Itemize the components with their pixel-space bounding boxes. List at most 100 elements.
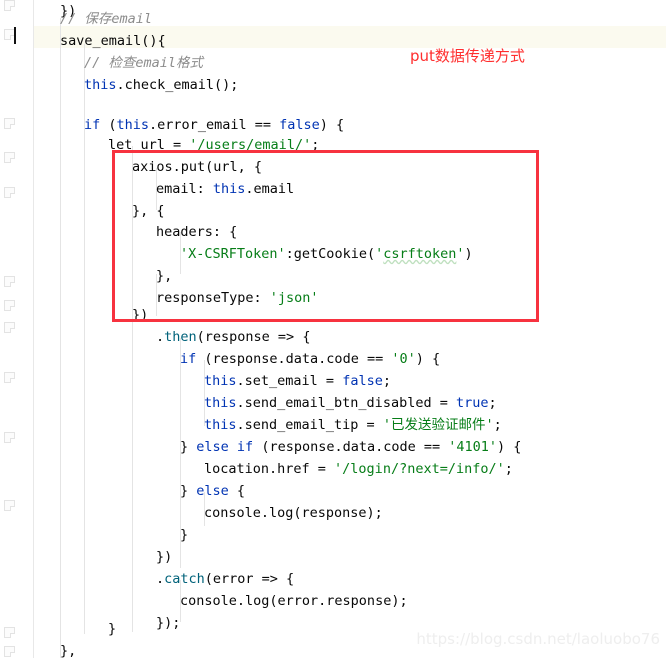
code-token: '/users/email/' xyxy=(189,137,312,153)
code-line[interactable]: console.log(error.response); xyxy=(180,590,408,612)
code-token: this xyxy=(204,417,237,433)
code-token: }) xyxy=(156,549,173,565)
text-caret xyxy=(14,27,16,44)
code-line[interactable]: 'X-CSRFToken':getCookie('csrftoken') xyxy=(180,243,473,265)
code-token: headers: { xyxy=(156,224,238,240)
code-token: email: xyxy=(156,181,213,197)
code-token: } xyxy=(180,439,197,455)
code-token: ) xyxy=(464,246,473,262)
code-token: 'json' xyxy=(269,290,319,306)
code-token: this xyxy=(116,117,150,133)
code-line[interactable]: if (response.data.code == '0') { xyxy=(180,348,440,370)
code-line[interactable]: } else { xyxy=(180,480,245,502)
code-line[interactable]: let url = '/users/email/'; xyxy=(108,134,319,156)
code-token: this xyxy=(204,395,237,411)
code-token: 检查email格式 xyxy=(108,55,204,71)
code-token: .set_email = xyxy=(236,373,343,389)
code-line[interactable]: email: this.email xyxy=(156,178,294,200)
code-token: false xyxy=(342,373,383,389)
code-line[interactable]: .catch(error => { xyxy=(156,568,294,590)
code-token: } xyxy=(180,483,197,499)
code-token: '0' xyxy=(391,351,416,367)
code-line[interactable]: }) xyxy=(132,304,148,326)
code-token: responseType: xyxy=(156,290,270,306)
code-token: ; xyxy=(311,137,320,153)
code-token: (response => { xyxy=(196,329,311,345)
code-token: this xyxy=(212,181,246,197)
code-token: ; xyxy=(488,395,497,411)
code-token: ' xyxy=(456,246,465,262)
code-token: if xyxy=(84,117,101,133)
code-text-area[interactable]: })// 保存email save_email(){// 检查email格式 thi… xyxy=(0,0,666,659)
code-token: ; xyxy=(504,461,513,477)
code-token: true xyxy=(455,395,489,411)
code-token: } xyxy=(180,527,189,543)
code-line[interactable]: this.send_email_btn_disabled = true; xyxy=(204,392,497,414)
code-editor[interactable]: })// 保存email save_email(){// 检查email格式 thi… xyxy=(0,0,666,659)
code-token: ; xyxy=(382,373,391,389)
red-annotation-label: put数据传递方式 xyxy=(410,47,525,65)
code-line[interactable]: location.href = '/login/?next=/info/'; xyxy=(204,458,513,480)
code-line[interactable]: responseType: 'json' xyxy=(156,287,319,309)
code-token: axios.put(url, { xyxy=(132,159,263,175)
code-token: :getCookie( xyxy=(285,246,376,262)
code-line[interactable]: }) xyxy=(156,546,172,568)
code-token: // xyxy=(60,11,85,27)
code-line[interactable]: }, { xyxy=(132,200,165,222)
code-token: catch xyxy=(164,571,205,587)
code-token: }) xyxy=(132,307,149,323)
code-line[interactable]: } else if (response.data.code == '4101')… xyxy=(180,436,521,458)
code-token: this xyxy=(84,77,117,93)
code-line[interactable]: .then(response => { xyxy=(156,326,310,348)
code-line[interactable]: }, xyxy=(60,640,76,662)
code-token: // xyxy=(84,55,109,71)
code-token: { xyxy=(228,483,246,499)
code-line[interactable]: } xyxy=(108,618,116,640)
code-token: ) { xyxy=(415,351,441,367)
code-token: 'X-CSRFToken' xyxy=(180,246,286,262)
code-token: let url = xyxy=(108,137,190,153)
code-line[interactable]: console.log(response); xyxy=(204,502,383,524)
code-token: csrftoken xyxy=(383,246,457,262)
code-line[interactable]: }, xyxy=(156,265,172,287)
code-token: console.log(response); xyxy=(204,505,383,521)
code-token: .send_email_btn_disabled = xyxy=(236,395,456,411)
code-token: }, { xyxy=(132,203,165,219)
code-token: . xyxy=(156,329,165,345)
code-line[interactable]: // 保存email xyxy=(60,8,152,30)
code-token: '已发送验证邮件' xyxy=(382,417,494,433)
code-token: ) { xyxy=(497,439,522,455)
code-token: if xyxy=(236,439,254,455)
code-token: console.log(error.response); xyxy=(180,593,408,609)
code-line[interactable]: if (this.error_email == false) { xyxy=(84,114,344,136)
code-token: if xyxy=(180,351,197,367)
code-line[interactable]: headers: { xyxy=(156,221,237,243)
code-token: ) { xyxy=(319,117,345,133)
code-line[interactable]: }); xyxy=(156,612,180,634)
code-token: .email xyxy=(245,181,295,197)
code-token: false xyxy=(279,117,320,133)
code-line[interactable]: } xyxy=(180,524,188,546)
code-line[interactable]: save_email(){ xyxy=(60,30,166,52)
code-line[interactable]: this.send_email_tip = '已发送验证邮件'; xyxy=(204,414,502,436)
code-token: .check_email(); xyxy=(116,77,239,93)
code-line[interactable]: this.check_email(); xyxy=(84,74,238,96)
code-token: (response.data.code == xyxy=(196,351,392,367)
code-line[interactable]: // 检查email格式 xyxy=(84,52,203,74)
code-token: }, xyxy=(60,643,77,659)
code-token: location.href = xyxy=(204,461,335,477)
code-token: ' xyxy=(375,246,384,262)
code-token: else xyxy=(196,439,229,455)
code-line[interactable]: axios.put(url, { xyxy=(132,156,262,178)
code-token: then xyxy=(164,329,197,345)
code-token: (response.data.code == xyxy=(253,439,449,455)
code-line[interactable]: this.set_email = false; xyxy=(204,370,391,392)
watermark-url: https://blog.csdn.net/laoluobo76 xyxy=(416,630,660,648)
code-token: '4101' xyxy=(448,439,498,455)
code-token: else xyxy=(196,483,229,499)
code-token: } xyxy=(108,621,117,637)
code-token: save_email(){ xyxy=(60,33,166,49)
code-token: }); xyxy=(156,615,181,631)
code-token: (error => { xyxy=(204,571,295,587)
